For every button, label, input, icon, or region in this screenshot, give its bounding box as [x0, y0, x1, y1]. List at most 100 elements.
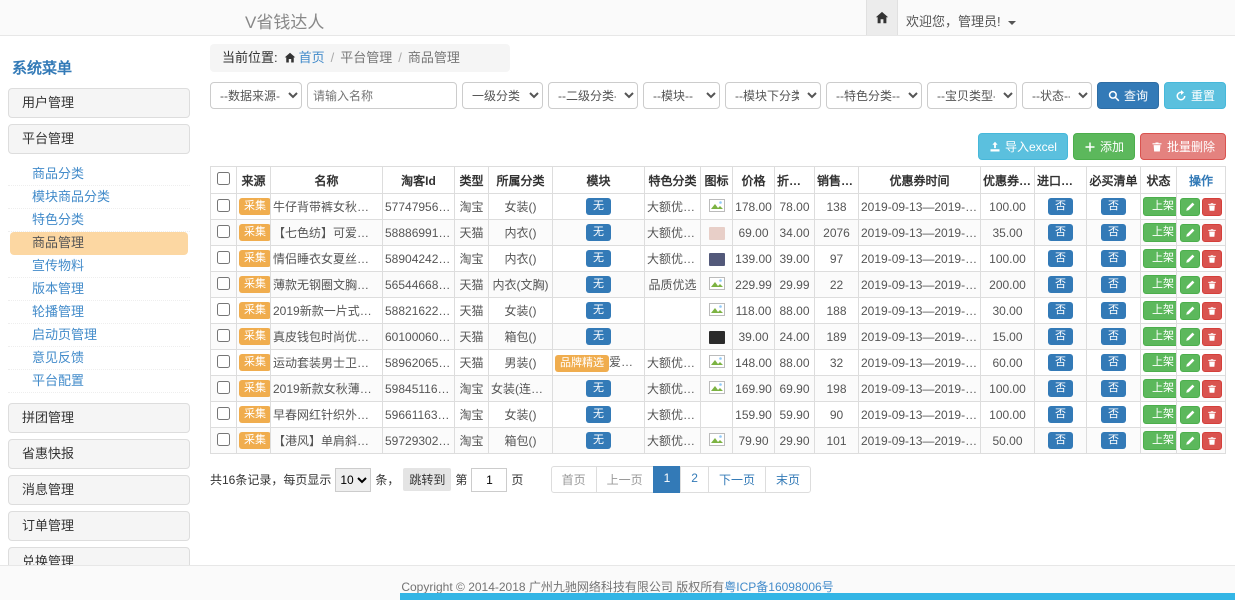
status-select[interactable]: --状态-- [1022, 82, 1092, 109]
shelf-status-button[interactable]: 上架 [1143, 275, 1177, 294]
must-buy-toggle[interactable]: 否 [1101, 432, 1126, 449]
module-badge[interactable]: 无 [586, 328, 611, 345]
jump-button[interactable]: 跳转到 [403, 468, 451, 491]
sidebar-item-promo-material[interactable]: 宣传物料 [8, 255, 190, 278]
shelf-status-button[interactable]: 上架 [1143, 379, 1177, 398]
sidebar-item-platform-config[interactable]: 平台配置 [8, 370, 190, 393]
sidebar-item-exchange-mgmt[interactable]: 兑换管理 [8, 547, 190, 565]
must-buy-toggle[interactable]: 否 [1101, 380, 1126, 397]
prev-page-button[interactable]: 上一页 [596, 466, 654, 493]
delete-button[interactable] [1202, 302, 1222, 320]
sidebar-item-user-mgmt[interactable]: 用户管理 [8, 88, 190, 118]
shelf-status-button[interactable]: 上架 [1143, 405, 1177, 424]
sidebar-item-product-mgmt-active[interactable]: 商品管理 [10, 232, 188, 255]
delete-button[interactable] [1202, 276, 1222, 294]
delete-button[interactable] [1202, 328, 1222, 346]
imported-toggle[interactable]: 否 [1048, 198, 1073, 215]
delete-button[interactable] [1202, 380, 1222, 398]
shelf-status-button[interactable]: 上架 [1143, 249, 1177, 268]
per-page-select[interactable]: 10 [335, 468, 371, 492]
import-excel-button[interactable]: 导入excel [978, 133, 1068, 160]
must-buy-toggle[interactable]: 否 [1101, 250, 1126, 267]
select-all-checkbox[interactable] [217, 172, 230, 185]
must-buy-toggle[interactable]: 否 [1101, 328, 1126, 345]
sidebar-item-carousel-mgmt[interactable]: 轮播管理 [8, 301, 190, 324]
item-type-select[interactable]: --宝贝类型-- [927, 82, 1017, 109]
must-buy-toggle[interactable]: 否 [1101, 354, 1126, 371]
imported-toggle[interactable]: 否 [1048, 276, 1073, 293]
edit-button[interactable] [1180, 224, 1200, 242]
page-number-input[interactable] [471, 468, 507, 492]
must-buy-toggle[interactable]: 否 [1101, 302, 1126, 319]
row-checkbox[interactable] [217, 199, 230, 212]
module-sub-select[interactable]: --模块下分类-- [725, 82, 821, 109]
delete-button[interactable] [1202, 406, 1222, 424]
module-badge[interactable]: 无 [586, 250, 611, 267]
module-badge[interactable]: 无 [586, 380, 611, 397]
imported-toggle[interactable]: 否 [1048, 302, 1073, 319]
edit-button[interactable] [1180, 302, 1200, 320]
sidebar-item-module-product-category[interactable]: 模块商品分类 [8, 186, 190, 209]
user-menu[interactable]: 欢迎您，管理员! [906, 11, 1016, 30]
must-buy-toggle[interactable]: 否 [1101, 406, 1126, 423]
shelf-status-button[interactable]: 上架 [1143, 431, 1177, 450]
edit-button[interactable] [1180, 276, 1200, 294]
module-badge[interactable]: 无 [586, 276, 611, 293]
module-badge[interactable]: 无 [586, 302, 611, 319]
imported-toggle[interactable]: 否 [1048, 328, 1073, 345]
edit-button[interactable] [1180, 406, 1200, 424]
feature-category-select[interactable]: --特色分类-- [826, 82, 922, 109]
delete-button[interactable] [1202, 354, 1222, 372]
sidebar-item-order-mgmt[interactable]: 订单管理 [8, 511, 190, 541]
row-checkbox[interactable] [217, 225, 230, 238]
delete-button[interactable] [1202, 250, 1222, 268]
row-checkbox[interactable] [217, 277, 230, 290]
module-select[interactable]: --模块-- [643, 82, 720, 109]
shelf-status-button[interactable]: 上架 [1143, 353, 1177, 372]
row-checkbox[interactable] [217, 303, 230, 316]
batch-delete-button[interactable]: 批量删除 [1140, 133, 1226, 160]
row-checkbox[interactable] [217, 251, 230, 264]
sidebar-item-version-mgmt[interactable]: 版本管理 [8, 278, 190, 301]
category1-select[interactable]: 一级分类 [462, 82, 543, 109]
name-search-input[interactable] [307, 82, 457, 109]
edit-button[interactable] [1180, 250, 1200, 268]
sidebar-item-product-category[interactable]: 商品分类 [8, 163, 190, 186]
row-checkbox[interactable] [217, 329, 230, 342]
sidebar-item-groupbuy-mgmt[interactable]: 拼团管理 [8, 403, 190, 433]
row-checkbox[interactable] [217, 381, 230, 394]
next-page-button[interactable]: 下一页 [708, 466, 766, 493]
must-buy-toggle[interactable]: 否 [1101, 224, 1126, 241]
must-buy-toggle[interactable]: 否 [1101, 198, 1126, 215]
search-button[interactable]: 查询 [1097, 82, 1159, 109]
shelf-status-button[interactable]: 上架 [1143, 301, 1177, 320]
delete-button[interactable] [1202, 224, 1222, 242]
home-button[interactable] [866, 0, 898, 35]
add-button[interactable]: 添加 [1073, 133, 1135, 160]
shelf-status-button[interactable]: 上架 [1143, 197, 1177, 216]
sidebar-item-feedback[interactable]: 意见反馈 [8, 347, 190, 370]
row-checkbox[interactable] [217, 433, 230, 446]
sidebar-item-splash-mgmt[interactable]: 启动页管理 [8, 324, 190, 347]
imported-toggle[interactable]: 否 [1048, 406, 1073, 423]
imported-toggle[interactable]: 否 [1048, 250, 1073, 267]
module-badge[interactable]: 无 [586, 198, 611, 215]
sidebar-item-savings-news[interactable]: 省惠快报 [8, 439, 190, 469]
module-badge[interactable]: 无 [586, 432, 611, 449]
breadcrumb-home-link[interactable]: 首页 [299, 50, 325, 65]
edit-button[interactable] [1180, 432, 1200, 450]
shelf-status-button[interactable]: 上架 [1143, 223, 1177, 242]
imported-toggle[interactable]: 否 [1048, 380, 1073, 397]
row-checkbox[interactable] [217, 355, 230, 368]
reset-button[interactable]: 重置 [1164, 82, 1226, 109]
delete-button[interactable] [1202, 198, 1222, 216]
edit-button[interactable] [1180, 354, 1200, 372]
edit-button[interactable] [1180, 198, 1200, 216]
last-page-button[interactable]: 末页 [765, 466, 811, 493]
first-page-button[interactable]: 首页 [551, 466, 597, 493]
row-checkbox[interactable] [217, 407, 230, 420]
sidebar-item-platform-mgmt[interactable]: 平台管理 [8, 124, 190, 154]
delete-button[interactable] [1202, 432, 1222, 450]
module-badge[interactable]: 无 [586, 224, 611, 241]
shelf-status-button[interactable]: 上架 [1143, 327, 1177, 346]
